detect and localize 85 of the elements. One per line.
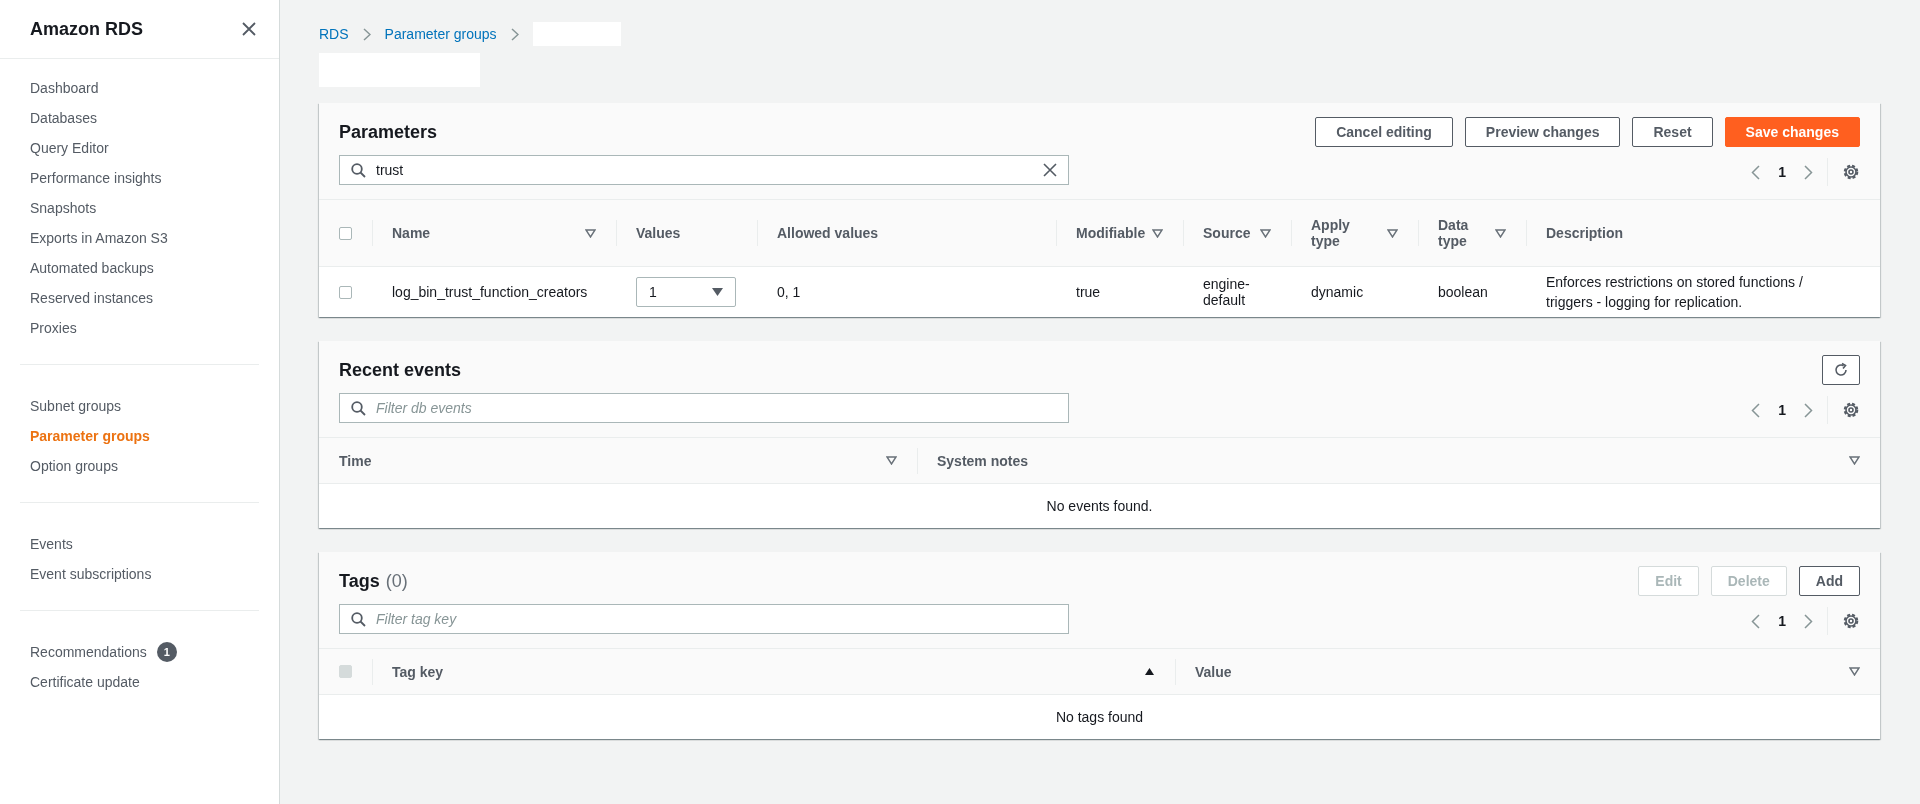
table-cell: boolean xyxy=(1438,284,1488,300)
column-header[interactable]: Data type xyxy=(1438,217,1495,249)
sort-icon[interactable] xyxy=(1495,228,1506,238)
table-cell-text: engine-default xyxy=(1203,276,1251,308)
breadcrumb-link[interactable]: Parameter groups xyxy=(384,26,497,42)
column-header[interactable]: Time xyxy=(339,452,372,469)
sort-icon[interactable] xyxy=(1849,456,1860,465)
breadcrumb-link[interactable]: RDS xyxy=(319,26,349,42)
clear-icon[interactable] xyxy=(1043,163,1057,177)
column-header[interactable]: Values xyxy=(636,225,681,241)
nav-link[interactable]: Query Editor xyxy=(30,140,109,156)
chevron-left-icon[interactable] xyxy=(1751,402,1761,418)
nav-link[interactable]: Performance insights xyxy=(30,170,162,186)
chevron-right-icon[interactable] xyxy=(1804,164,1813,180)
nav-link[interactable]: Reserved instances xyxy=(30,290,153,306)
action-button[interactable]: Reset xyxy=(1632,117,1713,147)
chevron-left-icon[interactable] xyxy=(1751,613,1761,629)
action-button[interactable]: Preview changes xyxy=(1464,117,1621,147)
nav-link[interactable]: Certificate update xyxy=(30,674,140,690)
table-cell: 0, 1 xyxy=(777,284,801,300)
column-header[interactable]: Name xyxy=(392,225,431,241)
table-cell: log_bin_trust_function_creators xyxy=(392,284,588,300)
table-cell: dynamic xyxy=(1311,284,1364,300)
column-header[interactable]: Source xyxy=(1203,225,1251,241)
panel-title: Parameters xyxy=(339,121,439,144)
sort-icon[interactable] xyxy=(1152,228,1163,238)
column-header[interactable]: Allowed values xyxy=(777,225,879,241)
chevron-left-icon[interactable] xyxy=(1751,164,1761,180)
page-number[interactable]: 1 xyxy=(1778,164,1786,180)
search-icon xyxy=(351,163,366,178)
action-button[interactable]: Add xyxy=(1798,566,1860,596)
chevron-right-icon[interactable] xyxy=(1804,613,1813,629)
table-cell: true xyxy=(1076,284,1101,300)
sort-icon[interactable] xyxy=(1387,228,1398,238)
table-cell-text: Enforces restrictions on stored functions / triggers - logging for replication. xyxy=(1546,273,1804,312)
search-field[interactable]: Filter db events xyxy=(339,393,1069,423)
panel-title: Recent events xyxy=(339,359,463,382)
column-header[interactable]: Apply type xyxy=(1311,217,1375,249)
settings-icon[interactable] xyxy=(1842,163,1860,181)
page-number[interactable]: 1 xyxy=(1778,402,1786,418)
nav-link[interactable]: Snapshots xyxy=(30,200,97,216)
count-badge: 1 xyxy=(156,642,177,662)
empty-message: No tags found xyxy=(1055,709,1144,725)
search-field[interactable]: trust xyxy=(339,155,1069,185)
chevron-right-icon xyxy=(510,27,519,41)
search-icon xyxy=(351,612,366,627)
nav-link[interactable]: Subnet groups xyxy=(30,398,122,414)
sort-ascending-icon[interactable] xyxy=(1144,667,1155,676)
value-dropdown[interactable]: 1 xyxy=(636,277,736,307)
nav-link[interactable]: Option groups xyxy=(30,458,118,474)
panel-title: Tags xyxy=(339,570,380,593)
sort-icon[interactable] xyxy=(886,456,897,465)
nav-link[interactable]: Event subscriptions xyxy=(30,566,152,582)
refresh-icon xyxy=(1833,362,1849,378)
nav-link[interactable]: Dashboard xyxy=(30,80,99,96)
column-header[interactable]: Tag key xyxy=(392,663,444,680)
search-field[interactable]: Filter tag key xyxy=(339,604,1069,634)
page-number[interactable]: 1 xyxy=(1778,613,1786,629)
sort-icon[interactable] xyxy=(585,228,596,238)
caret-icon xyxy=(712,288,723,296)
nav-link[interactable]: Databases xyxy=(30,110,97,126)
settings-icon[interactable] xyxy=(1842,401,1860,419)
nav-link[interactable]: Exports in Amazon S3 xyxy=(30,230,168,246)
settings-icon[interactable] xyxy=(1842,612,1860,630)
checkbox[interactable] xyxy=(339,285,352,299)
nav-link[interactable]: Recommendations xyxy=(30,644,147,660)
tag-count: (0) xyxy=(385,571,408,592)
column-header[interactable]: Value xyxy=(1195,663,1232,680)
sort-icon[interactable] xyxy=(1260,228,1271,238)
chevron-right-icon[interactable] xyxy=(1804,402,1813,418)
chevron-right-icon xyxy=(362,27,371,41)
sort-icon[interactable] xyxy=(1849,667,1860,676)
action-button[interactable]: Cancel editing xyxy=(1315,117,1453,147)
refresh-button[interactable] xyxy=(1822,355,1860,385)
column-header[interactable]: Modifiable xyxy=(1076,225,1146,241)
column-header[interactable]: Description xyxy=(1546,225,1623,241)
nav-link[interactable]: Proxies xyxy=(30,320,77,336)
nav-link[interactable]: Events xyxy=(30,536,73,552)
sidebar-title: Amazon RDS xyxy=(30,18,143,40)
column-header[interactable]: System notes xyxy=(937,452,1029,469)
checkbox[interactable] xyxy=(339,226,352,240)
close-icon[interactable] xyxy=(241,21,257,37)
nav-link[interactable]: Automated backups xyxy=(30,260,154,276)
search-icon xyxy=(351,401,366,416)
empty-message: No events found. xyxy=(1046,498,1153,514)
